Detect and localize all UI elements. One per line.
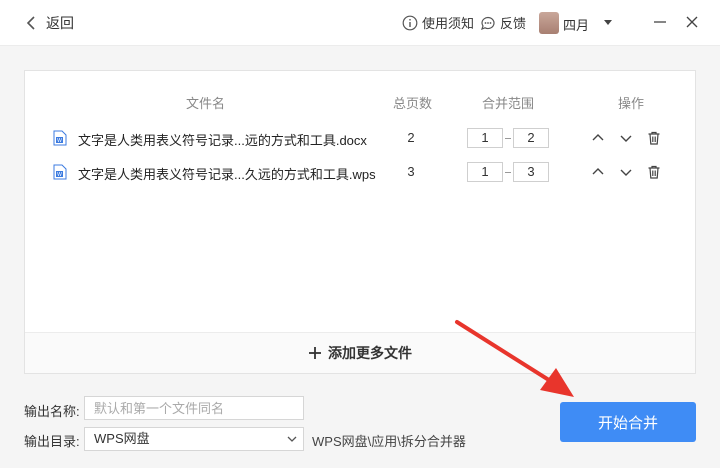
- help-label: 使用须知: [422, 16, 475, 31]
- chevron-left-icon: [26, 16, 35, 30]
- move-down-icon[interactable]: [618, 130, 634, 146]
- file-name: 文字是人类用表义符号记录...久远的方式和工具.wps: [78, 167, 376, 182]
- username[interactable]: 四月: [563, 15, 589, 34]
- output-name-label: 输出名称:: [24, 404, 80, 419]
- svg-text:W: W: [57, 138, 62, 144]
- add-more-files-button[interactable]: 添加更多文件: [25, 332, 695, 373]
- output-name-input[interactable]: [84, 396, 304, 420]
- file-name: 文字是人类用表义符号记录...远的方式和工具.docx: [78, 133, 367, 148]
- word-document-icon: W: [53, 164, 67, 180]
- column-header-actions: 操作: [618, 96, 645, 111]
- start-merge-button[interactable]: 开始合并: [560, 402, 696, 442]
- move-up-icon[interactable]: [590, 130, 606, 146]
- trash-icon[interactable]: [646, 164, 662, 180]
- word-document-icon: W: [53, 130, 67, 146]
- move-up-icon[interactable]: [590, 164, 606, 180]
- range-separator: [505, 138, 511, 139]
- file-list-panel: [24, 70, 696, 374]
- title-bar: [0, 0, 720, 46]
- move-down-icon[interactable]: [618, 164, 634, 180]
- account-dropdown-icon[interactable]: [604, 20, 612, 25]
- back-button[interactable]: 返回: [26, 13, 74, 33]
- page-count: 2: [407, 130, 415, 145]
- range-from-input[interactable]: 1: [467, 128, 503, 148]
- svg-text:W: W: [57, 172, 62, 178]
- page-count: 3: [407, 164, 415, 179]
- minimize-icon[interactable]: [650, 12, 670, 32]
- avatar[interactable]: [539, 12, 559, 34]
- output-dir-path: WPS网盘\应用\拆分合并器: [312, 434, 466, 449]
- trash-icon[interactable]: [646, 130, 662, 146]
- column-header-filename: 文件名: [186, 96, 226, 111]
- column-header-range: 合并范围: [482, 96, 535, 111]
- range-from-input[interactable]: 1: [467, 162, 503, 182]
- close-icon[interactable]: [682, 12, 702, 32]
- back-label: 返回: [46, 15, 74, 31]
- range-to-input[interactable]: 3: [513, 162, 549, 182]
- feedback-button[interactable]: 反馈: [480, 13, 526, 32]
- range-separator: [505, 172, 511, 173]
- column-header-pages: 总页数: [393, 96, 433, 111]
- info-icon: [402, 15, 418, 30]
- plus-icon: [309, 347, 321, 359]
- chat-bubble-icon: [481, 16, 495, 30]
- range-to-input[interactable]: 2: [513, 128, 549, 148]
- output-dir-label: 输出目录:: [24, 434, 80, 449]
- feedback-label: 反馈: [500, 16, 527, 31]
- output-dir-select[interactable]: WPS网盘: [84, 427, 304, 451]
- chevron-down-icon: [287, 436, 297, 442]
- add-more-files-label: 添加更多文件: [328, 345, 412, 361]
- help-button[interactable]: 使用须知: [402, 13, 474, 32]
